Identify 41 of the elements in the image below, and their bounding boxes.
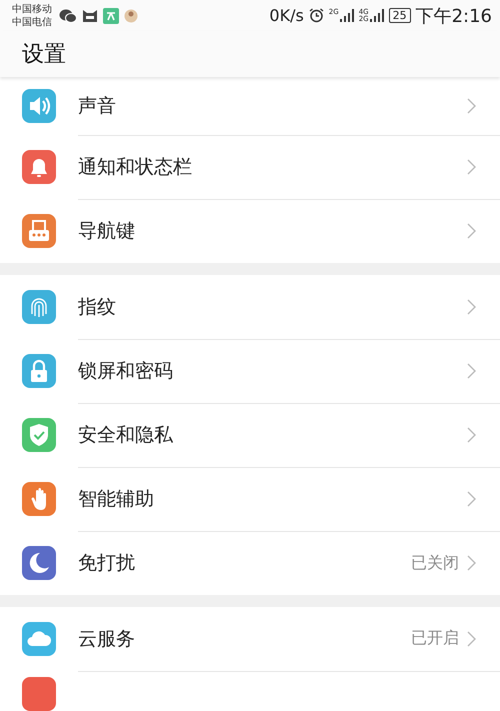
carrier-name: 中国移动: [12, 2, 52, 16]
settings-item[interactable]: 智能辅助: [0, 467, 500, 531]
chevron-icon: [467, 426, 476, 442]
signal-icon: [340, 9, 354, 22]
chevron-icon: [467, 490, 476, 506]
chevron-icon: [467, 223, 476, 239]
chevron-icon: [467, 630, 476, 646]
chat-icon: [59, 8, 77, 23]
settings-item[interactable]: 免打扰 已关闭: [0, 531, 500, 595]
settings-item[interactable]: 锁屏和密码: [0, 339, 500, 403]
alarm-icon: [308, 8, 324, 24]
signal-icon: [370, 8, 384, 22]
chevron-icon: [467, 298, 476, 314]
settings-item[interactable]: 安全和隐私: [0, 403, 500, 467]
network-speed: 0K/s: [269, 6, 304, 26]
settings-item[interactable]: 导航键: [0, 199, 500, 263]
item-label: 安全和隐私: [78, 422, 174, 448]
item-label: 智能辅助: [78, 486, 155, 512]
item-label: 云服务: [78, 626, 136, 652]
chevron-icon: [467, 158, 476, 174]
settings-item[interactable]: 指纹: [0, 275, 500, 339]
chevron-icon: [467, 362, 476, 378]
carrier-name: 中国电信: [12, 16, 52, 29]
item-label: 免打扰: [78, 551, 136, 576]
clock-time: 下午2:16: [416, 4, 492, 28]
item-label: 锁屏和密码: [78, 358, 174, 384]
document-icon: [103, 8, 119, 24]
item-label: 声音: [78, 94, 117, 118]
avatar-icon: [124, 8, 138, 23]
item-status: 已开启: [411, 628, 459, 649]
chevron-icon: [467, 98, 476, 114]
item-label: 通知和状态栏: [78, 154, 193, 180]
item-label: 导航键: [78, 219, 136, 244]
settings-item[interactable]: 通知和状态栏: [0, 135, 500, 199]
page-title: 设置: [22, 41, 66, 70]
item-status: 已关闭: [411, 552, 459, 574]
cat-icon: [82, 8, 98, 23]
chevron-icon: [467, 555, 476, 571]
settings-item[interactable]: 声音: [0, 77, 500, 135]
item-label: 指纹: [78, 294, 117, 320]
battery-indicator: 25: [388, 8, 411, 24]
